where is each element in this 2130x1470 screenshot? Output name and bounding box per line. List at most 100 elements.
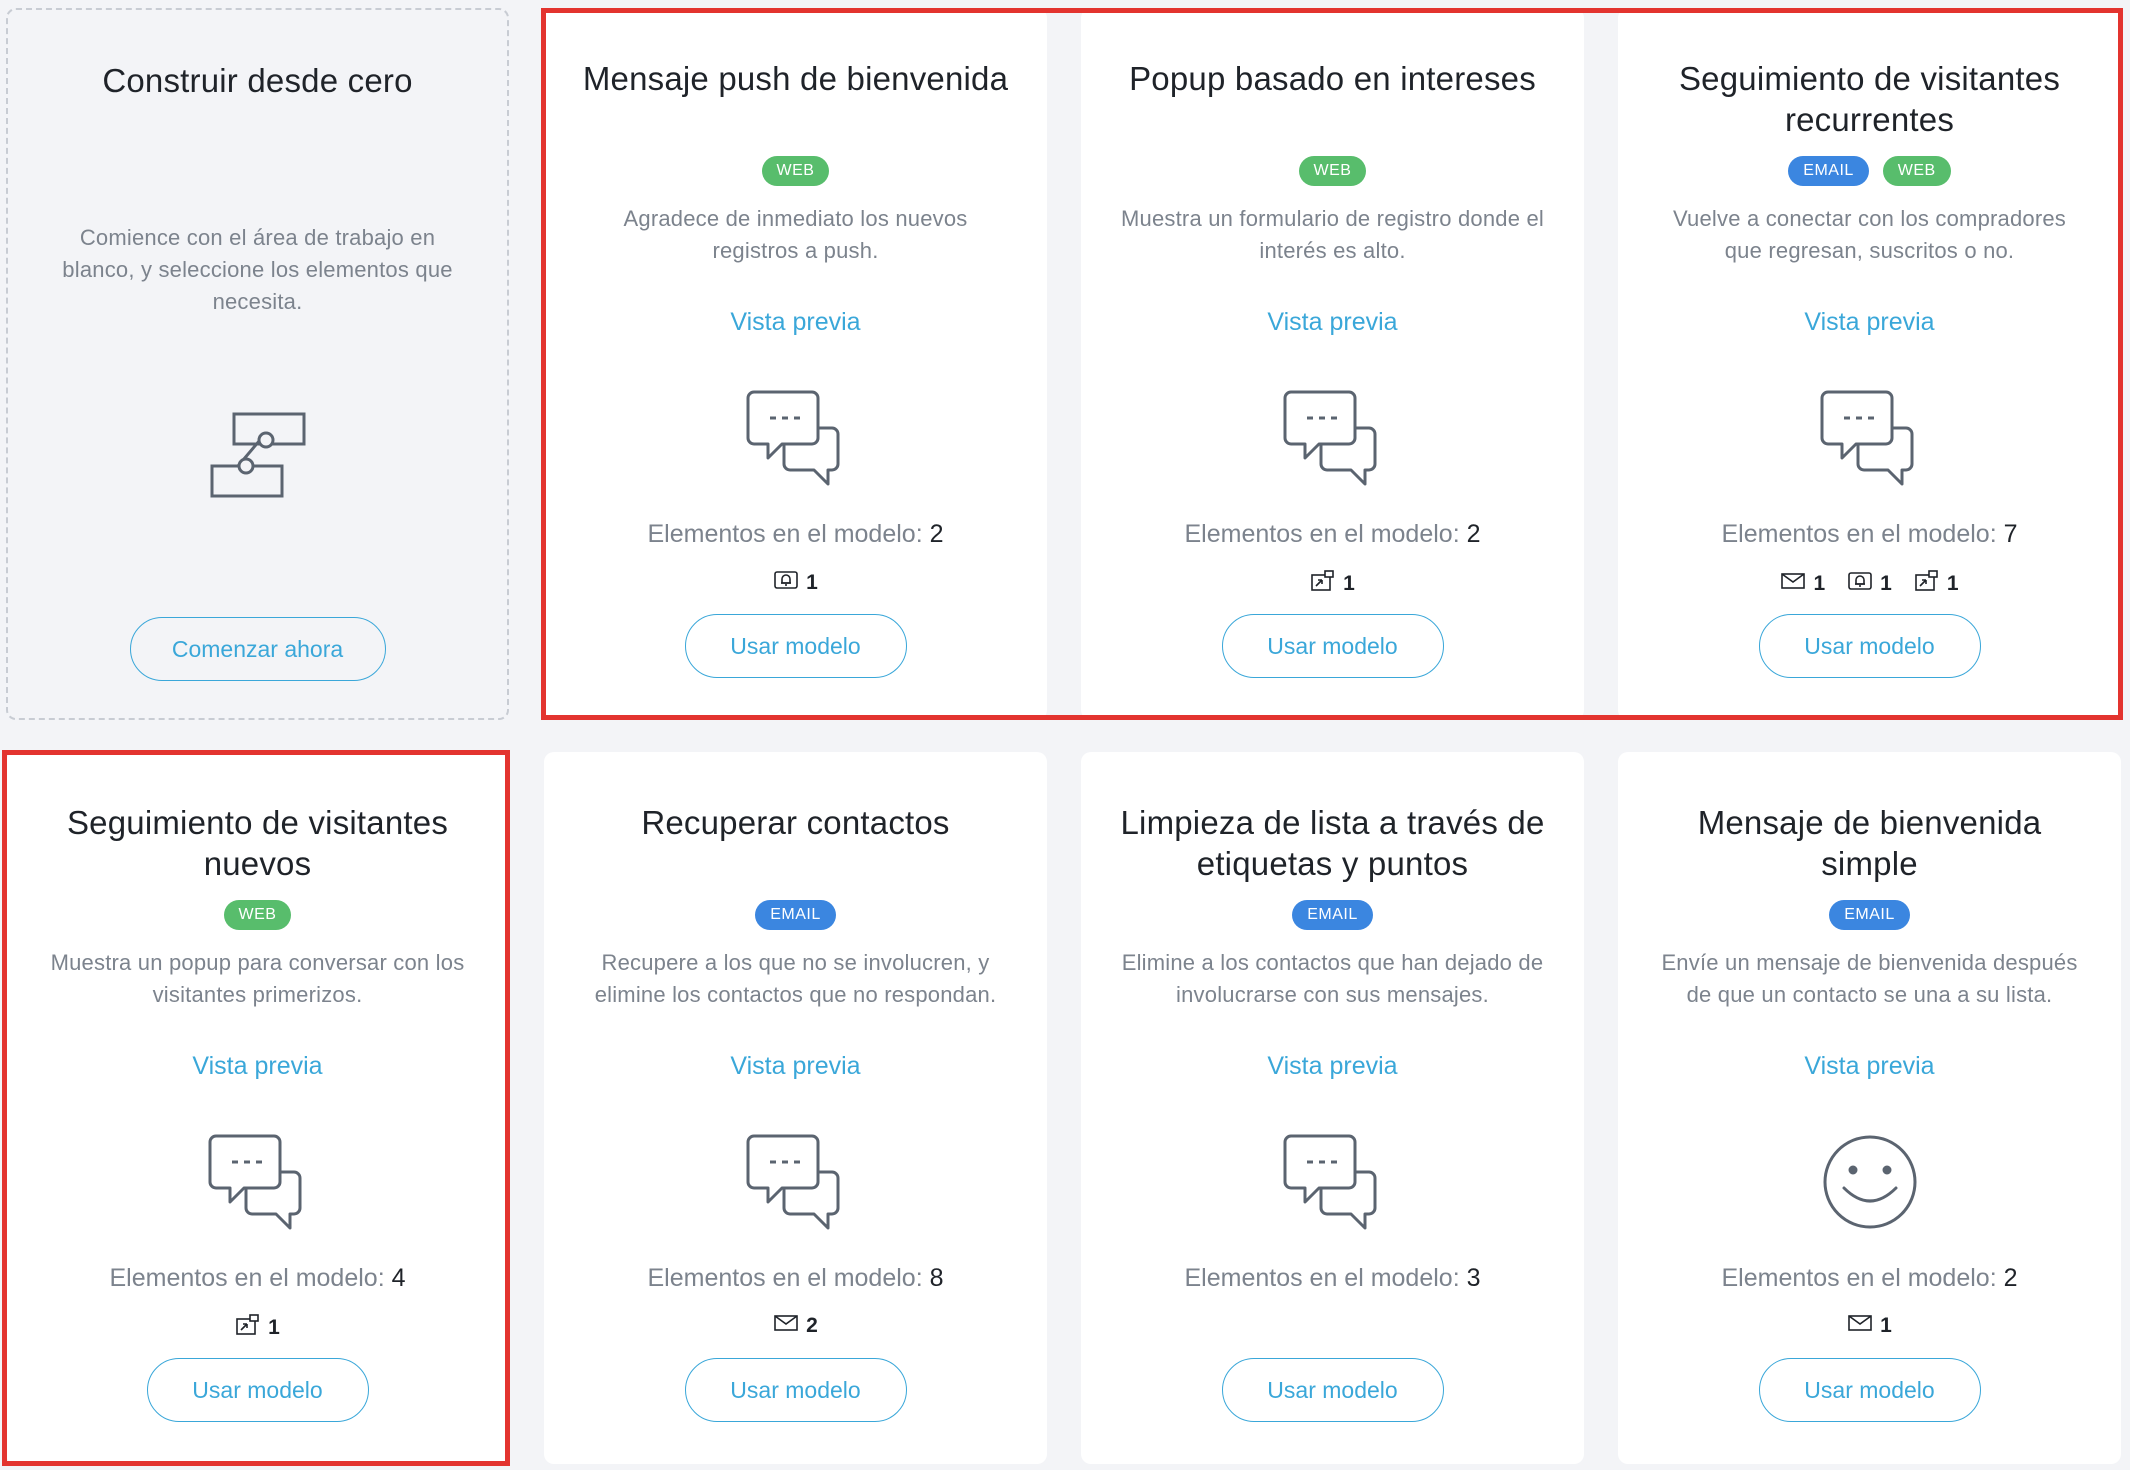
channel-tags: EMAIL xyxy=(1081,900,1584,930)
mini-count: 1 xyxy=(235,1314,280,1342)
push-icon xyxy=(1847,571,1873,597)
card-description: Muestra un popup para conversar con los … xyxy=(50,950,465,1007)
card-title: Mensaje de bienvenida simple xyxy=(1697,804,2042,882)
template-card[interactable]: Mensaje de bienvenida simple EMAIL Envíe… xyxy=(1618,752,2121,1464)
mini-count: 1 xyxy=(1310,570,1355,598)
preview-link[interactable]: Vista previa xyxy=(6,1052,509,1081)
template-card[interactable]: Mensaje push de bienvenida WEB Agradece … xyxy=(544,8,1047,720)
chat-bubbles-icon xyxy=(1618,388,2121,486)
card-description: Agradece de inmediato los nuevos registr… xyxy=(623,206,968,263)
card-title: Popup basado en intereses xyxy=(1129,60,1536,97)
elements-count-value: 8 xyxy=(929,1264,944,1292)
card-title: Seguimiento de visitantes recurrentes xyxy=(1678,60,2061,138)
mini-count-value: 1 xyxy=(806,571,818,594)
workflow-icon xyxy=(8,410,507,500)
preview-link[interactable]: Vista previa xyxy=(1618,308,2121,337)
web-tag: WEB xyxy=(223,900,292,930)
mini-count-value: 1 xyxy=(1880,1314,1892,1337)
mini-count-value: 1 xyxy=(1880,572,1892,595)
chat-bubbles-icon xyxy=(1081,388,1584,486)
card-title: Seguimiento de visitantes nuevos xyxy=(66,804,449,882)
mini-count-value: 1 xyxy=(1946,572,1959,595)
template-card[interactable]: Recuperar contactos EMAIL Recupere a los… xyxy=(544,752,1047,1464)
smiley-icon xyxy=(1618,1132,2121,1232)
element-breakdown: 1 xyxy=(1081,570,1584,598)
card-description: Comience con el área de trabajo en blanc… xyxy=(62,225,453,314)
elements-count-value: 2 xyxy=(2003,1264,2018,1292)
elements-count: Elementos en el modelo: 3 xyxy=(1081,1264,1584,1293)
channel-tags: EMAIL xyxy=(544,900,1047,930)
chat-bubbles-icon xyxy=(6,1132,509,1230)
mini-count: 2 xyxy=(773,1314,818,1338)
mini-count-value: 1 xyxy=(1343,572,1355,595)
card-description: Muestra un formulario de registro donde … xyxy=(1121,206,1544,263)
mini-count-value: 2 xyxy=(806,1314,818,1337)
template-card[interactable]: Popup basado en intereses WEB Muestra un… xyxy=(1081,8,1584,720)
elements-count-value: 4 xyxy=(391,1264,406,1292)
channel-tags: EMAIL WEB xyxy=(1618,156,2121,186)
web-tag: WEB xyxy=(1298,156,1367,186)
element-breakdown: 2 xyxy=(544,1314,1047,1338)
card-title: Recuperar contactos xyxy=(641,804,950,841)
web-tag: WEB xyxy=(761,156,830,186)
template-card[interactable]: Seguimiento de visitantes nuevos WEB Mue… xyxy=(6,752,509,1464)
elements-count: Elementos en el modelo: 8 xyxy=(544,1264,1047,1293)
email-tag: EMAIL xyxy=(1788,156,1869,186)
preview-link[interactable]: Vista previa xyxy=(1618,1052,2121,1081)
elements-count: Elementos en el modelo: 2 xyxy=(1618,1264,2121,1293)
email-tag: EMAIL xyxy=(1292,900,1373,930)
channel-tags: WEB xyxy=(6,900,509,930)
channel-tags: WEB xyxy=(544,156,1047,186)
element-breakdown: 1 xyxy=(1618,1314,2121,1338)
mini-count: 1 xyxy=(773,570,818,596)
preview-link[interactable]: Vista previa xyxy=(544,1052,1047,1081)
use-template-button[interactable]: Usar modelo xyxy=(1221,1358,1444,1422)
use-template-button[interactable]: Usar modelo xyxy=(684,614,907,678)
mini-count-value: 1 xyxy=(1813,572,1826,595)
channel-tags: EMAIL xyxy=(1618,900,2121,930)
elements-count-value: 3 xyxy=(1466,1264,1481,1292)
template-card[interactable]: Seguimiento de visitantes recurrentes EM… xyxy=(1618,8,2121,720)
preview-link[interactable]: Vista previa xyxy=(1081,308,1584,337)
preview-link[interactable]: Vista previa xyxy=(1081,1052,1584,1081)
popup-icon xyxy=(1310,570,1336,598)
card-description: Envíe un mensaje de bienvenida después d… xyxy=(1661,950,2078,1007)
popup-icon xyxy=(1914,570,1940,598)
chat-bubbles-icon xyxy=(1081,1132,1584,1230)
element-breakdown: 1 xyxy=(544,570,1047,596)
elements-count-label: Elementos en el modelo: xyxy=(1721,520,1997,548)
card-description: Elimine a los contactos que han dejado d… xyxy=(1121,950,1544,1007)
elements-count: Elementos en el modelo: 2 xyxy=(1081,520,1584,549)
card-description: Vuelve a conectar con los compradores qu… xyxy=(1672,206,2066,263)
elements-count: Elementos en el modelo: 4 xyxy=(6,1264,509,1293)
use-template-button[interactable]: Usar modelo xyxy=(1758,614,1981,678)
chat-bubbles-icon xyxy=(544,388,1047,486)
element-breakdown: 1 1 1 xyxy=(1618,570,2121,598)
channel-tags: WEB xyxy=(1081,156,1584,186)
chat-bubbles-icon xyxy=(544,1132,1047,1230)
popup-icon xyxy=(235,1314,261,1342)
mini-count-value: 1 xyxy=(268,1316,280,1339)
elements-count: Elementos en el modelo: 7 xyxy=(1618,520,2121,549)
use-template-button[interactable]: Usar modelo xyxy=(1758,1358,1981,1422)
use-template-button[interactable]: Usar modelo xyxy=(684,1358,907,1422)
elements-count-label: Elementos en el modelo: xyxy=(1184,520,1460,548)
card-title: Limpieza de lista a través de etiquetas … xyxy=(1120,804,1545,882)
email-icon xyxy=(1847,1314,1873,1338)
mini-count: 1 xyxy=(1914,570,1959,598)
card-description: Recupere a los que no se involucren, y e… xyxy=(594,950,997,1007)
web-tag: WEB xyxy=(1882,156,1951,186)
template-card-blank[interactable]: Construir desde cero Comience con el áre… xyxy=(6,8,509,720)
elements-count-label: Elementos en el modelo: xyxy=(1721,1264,1997,1292)
use-template-button[interactable]: Usar modelo xyxy=(1221,614,1444,678)
start-now-button[interactable]: Comenzar ahora xyxy=(129,617,386,681)
element-breakdown: 1 xyxy=(6,1314,509,1342)
template-card[interactable]: Limpieza de lista a través de etiquetas … xyxy=(1081,752,1584,1464)
elements-count-value: 2 xyxy=(929,520,944,548)
use-template-button[interactable]: Usar modelo xyxy=(146,1358,369,1422)
email-tag: EMAIL xyxy=(1829,900,1910,930)
preview-link[interactable]: Vista previa xyxy=(544,308,1047,337)
elements-count-value: 2 xyxy=(1466,520,1481,548)
mini-count: 1 xyxy=(1847,570,1892,598)
mini-count: 1 xyxy=(1780,570,1825,598)
